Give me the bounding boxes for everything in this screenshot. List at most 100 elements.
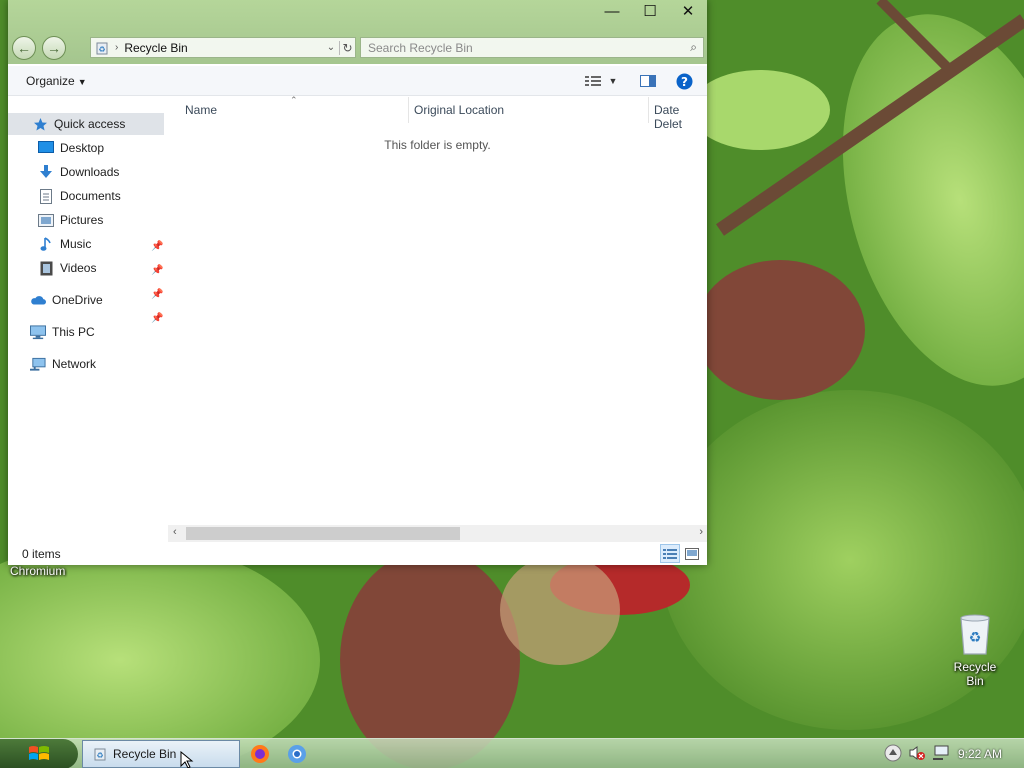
videos-icon: [38, 260, 54, 276]
forward-arrow-icon: →: [47, 40, 61, 56]
music-icon: [38, 236, 54, 252]
column-divider[interactable]: [648, 97, 649, 123]
back-arrow-icon: ←: [17, 40, 31, 56]
maximize-button[interactable]: ☐: [631, 0, 669, 22]
nav-item-network[interactable]: Network: [30, 353, 96, 375]
sort-ascending-icon: ⌃: [290, 95, 298, 105]
large-icons-view-icon: [685, 547, 699, 560]
nav-item-downloads[interactable]: Downloads: [38, 161, 119, 183]
refresh-icon[interactable]: ↻: [339, 40, 355, 55]
change-view-button[interactable]: ▼: [584, 72, 618, 90]
breadcrumb-recycle-bin[interactable]: Recycle Bin: [124, 41, 187, 55]
desktop-chromium-label[interactable]: Chromium: [10, 564, 65, 578]
search-box[interactable]: Search Recycle Bin ⌕: [360, 37, 704, 58]
address-bar[interactable]: ♻ › Recycle Bin ⌄ ↻: [90, 37, 356, 58]
nav-item-label: Network: [52, 357, 97, 371]
volume-muted-icon[interactable]: [908, 745, 926, 764]
file-list[interactable]: ⌃ Name Original Location Date Delet This…: [168, 95, 707, 525]
mouse-cursor-icon: [180, 750, 194, 768]
taskbar-button-label: Recycle Bin: [113, 747, 177, 761]
svg-text:♻: ♻: [969, 630, 982, 646]
desktop-recycle-bin-shortcut[interactable]: ♻ Recycle Bin: [944, 612, 1006, 688]
nav-item-this-pc[interactable]: This PC: [30, 321, 95, 343]
network-icon: [30, 356, 46, 372]
view-options-icon: [584, 76, 601, 86]
svg-text:♻: ♻: [96, 751, 103, 760]
nav-item-documents[interactable]: Documents: [38, 185, 121, 207]
search-input[interactable]: Search Recycle Bin: [368, 41, 473, 55]
scroll-left-icon[interactable]: ‹: [173, 526, 177, 538]
system-tray: 9:22 AM: [884, 739, 1024, 768]
help-icon: ?: [676, 73, 692, 89]
nav-item-label: Videos: [60, 261, 97, 275]
column-header-original-location[interactable]: Original Location: [414, 103, 504, 117]
tray-notification-icon[interactable]: [884, 744, 902, 765]
pin-icon[interactable]: 📌: [151, 265, 163, 276]
column-divider[interactable]: [408, 97, 409, 123]
start-button[interactable]: [0, 739, 78, 768]
item-count: 0 items: [22, 547, 61, 561]
cloud-icon: [30, 292, 46, 308]
download-icon: [38, 164, 54, 180]
nav-item-label: Desktop: [60, 141, 105, 155]
taskbar: ♻ Recycle Bin 9:22 AM: [0, 738, 1024, 768]
explorer-window: — ☐ ✕ ← → ♻ › Recycle Bin ⌄ ↻ Search Rec…: [8, 0, 707, 565]
nav-item-label: Documents: [60, 189, 121, 203]
horizontal-scrollbar[interactable]: ‹ ›: [168, 525, 707, 542]
pin-icon[interactable]: 📌: [151, 289, 163, 300]
nav-item-videos[interactable]: Videos: [38, 257, 96, 279]
title-bar[interactable]: — ☐ ✕ ← → ♻ › Recycle Bin ⌄ ↻ Search Rec…: [8, 0, 707, 64]
search-icon[interactable]: ⌕: [690, 40, 697, 55]
chromium-icon[interactable]: [287, 744, 307, 767]
computer-icon: [30, 324, 46, 340]
nav-item-quick-access[interactable]: Quick access: [8, 113, 164, 135]
preview-pane-button[interactable]: [638, 72, 658, 90]
details-view-button[interactable]: [660, 544, 680, 563]
minimize-button[interactable]: —: [593, 0, 631, 22]
nav-item-pictures[interactable]: Pictures: [38, 209, 103, 231]
details-view-icon: [663, 548, 677, 559]
nav-item-label: OneDrive: [52, 293, 103, 307]
nav-item-label: Music: [60, 237, 92, 251]
nav-item-label: Quick access: [54, 117, 126, 131]
command-bar: Organize ▼ ▼ ?: [8, 66, 707, 96]
help-button[interactable]: ?: [674, 72, 694, 90]
nav-item-label: Downloads: [60, 165, 120, 179]
column-header-name[interactable]: Name: [185, 103, 217, 117]
address-history-dropdown-icon[interactable]: ⌄: [323, 42, 339, 53]
nav-item-onedrive[interactable]: OneDrive: [30, 289, 103, 311]
windows-logo-icon: [29, 746, 49, 760]
breadcrumb-separator-icon: ›: [115, 42, 119, 53]
recycle-bin-icon: ♻: [960, 614, 990, 655]
column-header-date-deleted[interactable]: Date Delet: [654, 103, 707, 131]
scroll-right-icon[interactable]: ›: [699, 526, 703, 538]
firefox-icon[interactable]: [250, 744, 270, 767]
view-dropdown-icon: ▼: [608, 76, 618, 86]
network-status-icon[interactable]: [932, 745, 950, 764]
nav-item-label: Pictures: [60, 213, 104, 227]
desktop-recycle-bin-label: Recycle Bin: [953, 660, 997, 688]
organize-label: Organize: [26, 74, 75, 88]
scrollbar-thumb[interactable]: [186, 527, 460, 540]
pin-icon[interactable]: 📌: [151, 241, 163, 252]
pictures-icon: [38, 212, 54, 228]
nav-item-desktop[interactable]: Desktop: [38, 137, 104, 159]
close-button[interactable]: ✕: [669, 0, 707, 22]
recycle-bin-small-icon: ♻: [94, 748, 106, 761]
large-icons-view-button[interactable]: [682, 544, 702, 563]
nav-item-music[interactable]: Music: [38, 233, 91, 255]
forward-button[interactable]: →: [42, 36, 66, 60]
recycle-bin-small-icon: ♻: [96, 42, 108, 54]
back-button[interactable]: ←: [12, 36, 36, 60]
taskbar-button-recycle-bin[interactable]: ♻ Recycle Bin: [82, 740, 240, 768]
preview-pane-icon: [640, 75, 656, 87]
navigation-pane: Quick access Desktop 📌 Downloads 📌 Docum…: [8, 97, 168, 527]
window-controls: — ☐ ✕: [593, 0, 707, 22]
clock[interactable]: 9:22 AM: [958, 747, 1002, 761]
status-bar: 0 items: [8, 542, 707, 565]
svg-text:♻: ♻: [98, 45, 105, 54]
svg-text:?: ?: [681, 75, 688, 89]
pin-icon[interactable]: 📌: [151, 313, 163, 324]
organize-button[interactable]: Organize ▼: [26, 74, 87, 88]
document-icon: [38, 188, 54, 204]
